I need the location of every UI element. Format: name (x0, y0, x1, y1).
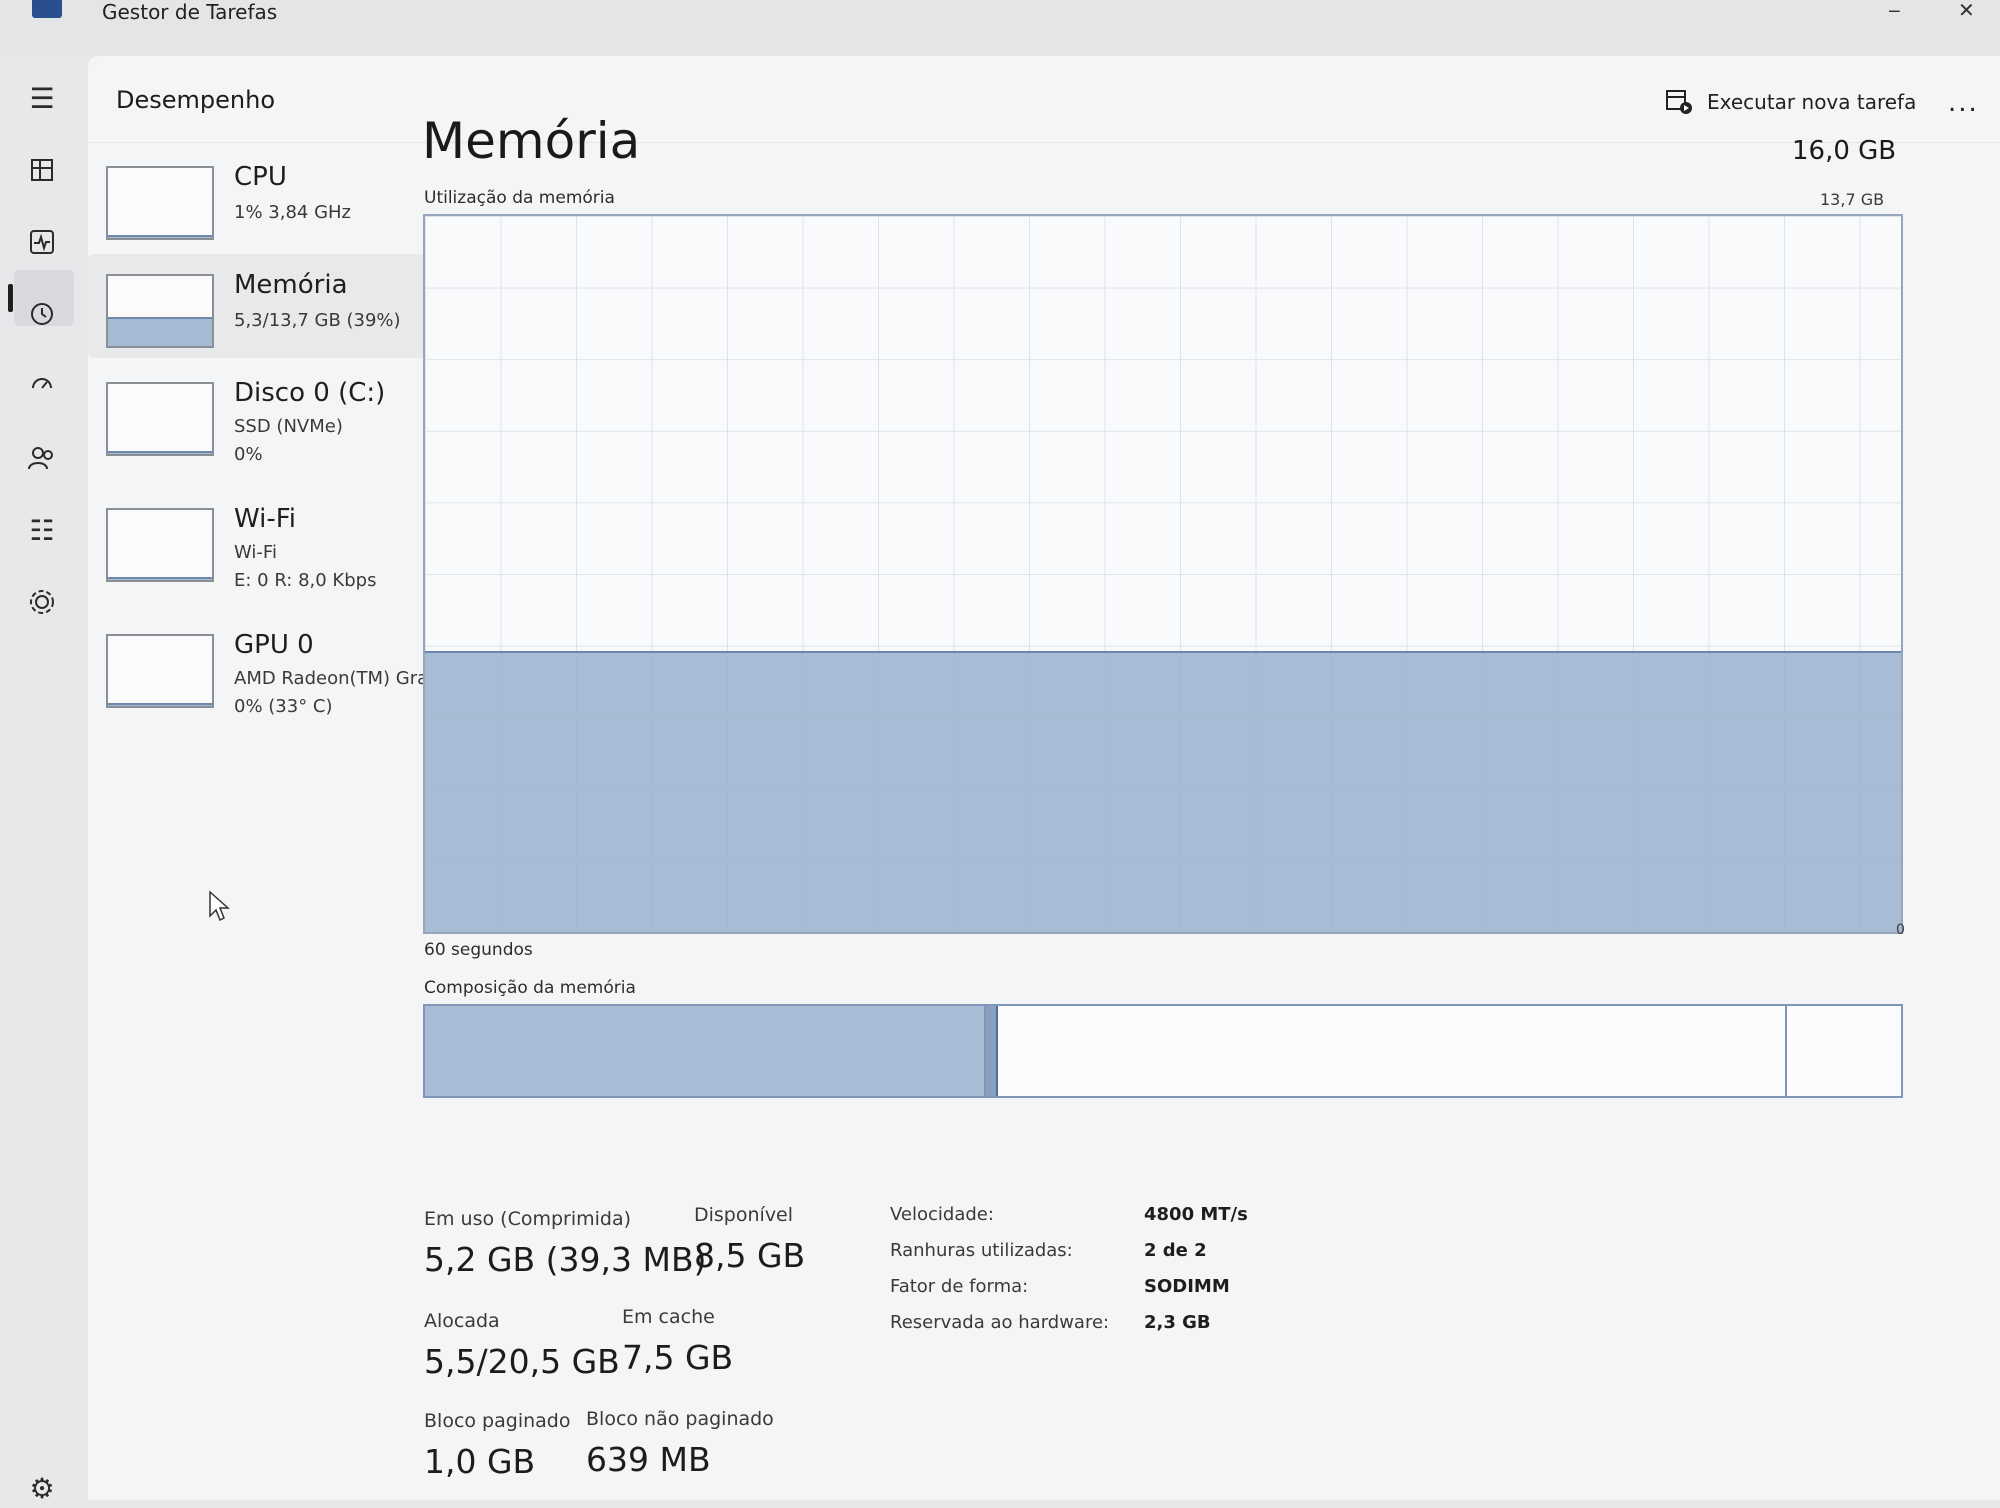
stat-label: Alocada (424, 1310, 500, 1332)
disk-thumbnail (106, 382, 214, 456)
device-name: Memória (234, 270, 348, 300)
device-name: GPU 0 (234, 630, 314, 660)
graph-time-label: 60 segundos (424, 940, 533, 960)
memory-thumbnail-fill (108, 316, 212, 346)
users-icon[interactable] (22, 438, 62, 478)
memory-usage-label: Utilização da memória (424, 188, 615, 208)
stat-value: 8,5 GB (694, 1236, 806, 1275)
stat-value: 7,5 GB (622, 1338, 734, 1377)
composition-standby (997, 1006, 1788, 1096)
stat-value: 5,5/20,5 GB (424, 1342, 620, 1381)
device-cpu[interactable]: CPU 1% 3,84 GHz (88, 146, 454, 250)
processes-icon[interactable] (22, 150, 62, 190)
stat-value: 5,2 GB (39,3 MB) (424, 1240, 707, 1279)
minimize-icon[interactable]: ‒ (1888, 0, 1901, 20)
disk-thumbnail-fill (108, 451, 212, 454)
details-icon[interactable]: ☷ (22, 510, 62, 550)
device-detail: SSD (NVMe) (234, 416, 343, 437)
stat-cached: Em cache 7,5 GB (622, 1306, 733, 1377)
device-disk[interactable]: Disco 0 (C:) SSD (NVMe) 0% (88, 362, 454, 466)
title-bar: Gestor de Tarefas ‒ ✕ (0, 0, 2000, 56)
wifi-thumbnail-fill (108, 576, 212, 580)
detail-key: Ranhuras utilizadas: (890, 1240, 1073, 1261)
stat-value: 1,0 GB (424, 1442, 536, 1481)
run-new-task-button[interactable]: Executar nova tarefa (1665, 84, 1916, 120)
device-name: Wi-Fi (234, 504, 297, 534)
device-memory[interactable]: Memória 5,3/13,7 GB (39%) (88, 254, 454, 358)
detail-value: 2,3 GB (1144, 1312, 1211, 1333)
device-name: Disco 0 (C:) (234, 378, 386, 408)
graph-min-label: 0 (1896, 922, 1905, 938)
device-wifi[interactable]: Wi-Fi Wi-Fi E: 0 R: 8,0 Kbps (88, 488, 454, 592)
stat-label: Em uso (Comprimida) (424, 1208, 632, 1230)
detail-value: 2 de 2 (1144, 1240, 1207, 1261)
memory-usage-max: 13,7 GB (1820, 190, 1885, 209)
gpu-thumbnail (106, 634, 214, 708)
composition-in-use (425, 1006, 986, 1096)
memory-composition-label: Composição da memória (424, 978, 636, 998)
memory-title: Memória (422, 112, 641, 170)
device-detail: 1% 3,84 GHz (234, 202, 352, 223)
task-manager-logo-icon (32, 0, 62, 18)
stat-label: Bloco não paginado (586, 1408, 774, 1430)
detail-key: Velocidade: (890, 1204, 994, 1225)
hamburger-icon[interactable]: ☰ (22, 78, 62, 118)
device-name: CPU (234, 162, 287, 192)
services-icon[interactable] (22, 582, 62, 622)
cpu-thumbnail (106, 166, 214, 240)
detail-value: 4800 MT/s (1144, 1204, 1248, 1225)
device-usage: 0% (234, 444, 263, 465)
wifi-thumbnail (106, 508, 214, 582)
memory-usage-graph (423, 214, 1903, 934)
detail-speed: Velocidade: 4800 MT/s (890, 1204, 1248, 1225)
stat-label: Bloco paginado (424, 1410, 571, 1432)
close-icon[interactable]: ✕ (1958, 0, 1975, 20)
device-detail: Wi-Fi (234, 542, 277, 563)
detail-form-factor: Fator de forma: SODIMM (890, 1276, 1230, 1297)
stat-in-use: Em uso (Comprimida) 5,2 GB (39,3 MB) (424, 1208, 707, 1279)
stat-paged-pool: Bloco paginado 1,0 GB (424, 1410, 570, 1481)
startup-apps-icon[interactable] (22, 366, 62, 406)
detail-key: Fator de forma: (890, 1276, 1029, 1297)
device-gpu[interactable]: GPU 0 AMD Radeon(TM) Gra... 0% (33° C) (88, 614, 454, 718)
navigation-rail: ☰ ☷ ⚙ (0, 56, 86, 1505)
run-task-icon (1665, 89, 1693, 115)
settings-icon[interactable]: ⚙ (22, 1468, 62, 1508)
stat-label: Disponível (694, 1204, 794, 1226)
detail-hardware-reserved: Reservada ao hardware: 2,3 GB (890, 1312, 1211, 1333)
device-detail: 5,3/13,7 GB (39%) (234, 310, 401, 331)
window-title: Gestor de Tarefas (102, 0, 278, 24)
stat-value: 639 MB (586, 1440, 711, 1479)
app-history-icon[interactable] (22, 294, 62, 334)
memory-usage-area (425, 650, 1901, 932)
performance-icon[interactable] (22, 222, 62, 262)
cpu-thumbnail-fill (108, 235, 212, 238)
device-usage: 0% (33° C) (234, 696, 333, 717)
stat-available: Disponível 8,5 GB (694, 1204, 805, 1275)
header-divider (88, 142, 2000, 143)
stat-nonpaged-pool: Bloco não paginado 639 MB (586, 1408, 774, 1479)
nav-active-indicator (8, 284, 13, 312)
device-detail: AMD Radeon(TM) Gra... (234, 668, 446, 689)
composition-free (1787, 1006, 1901, 1096)
composition-modified (985, 1006, 998, 1096)
detail-slots: Ranhuras utilizadas: 2 de 2 (890, 1240, 1207, 1261)
page-title: Desempenho (116, 86, 275, 114)
more-options-button[interactable]: ... (1948, 88, 1979, 118)
memory-total: 16,0 GB (1792, 136, 1897, 166)
device-usage: E: 0 R: 8,0 Kbps (234, 570, 377, 591)
stat-committed: Alocada 5,5/20,5 GB (424, 1310, 620, 1381)
stat-label: Em cache (622, 1306, 715, 1328)
memory-thumbnail (106, 274, 214, 348)
gpu-thumbnail-fill (108, 702, 212, 706)
detail-key: Reservada ao hardware: (890, 1312, 1110, 1333)
memory-composition-bar (423, 1004, 1903, 1098)
run-task-label: Executar nova tarefa (1707, 90, 1917, 114)
detail-value: SODIMM (1144, 1276, 1230, 1297)
